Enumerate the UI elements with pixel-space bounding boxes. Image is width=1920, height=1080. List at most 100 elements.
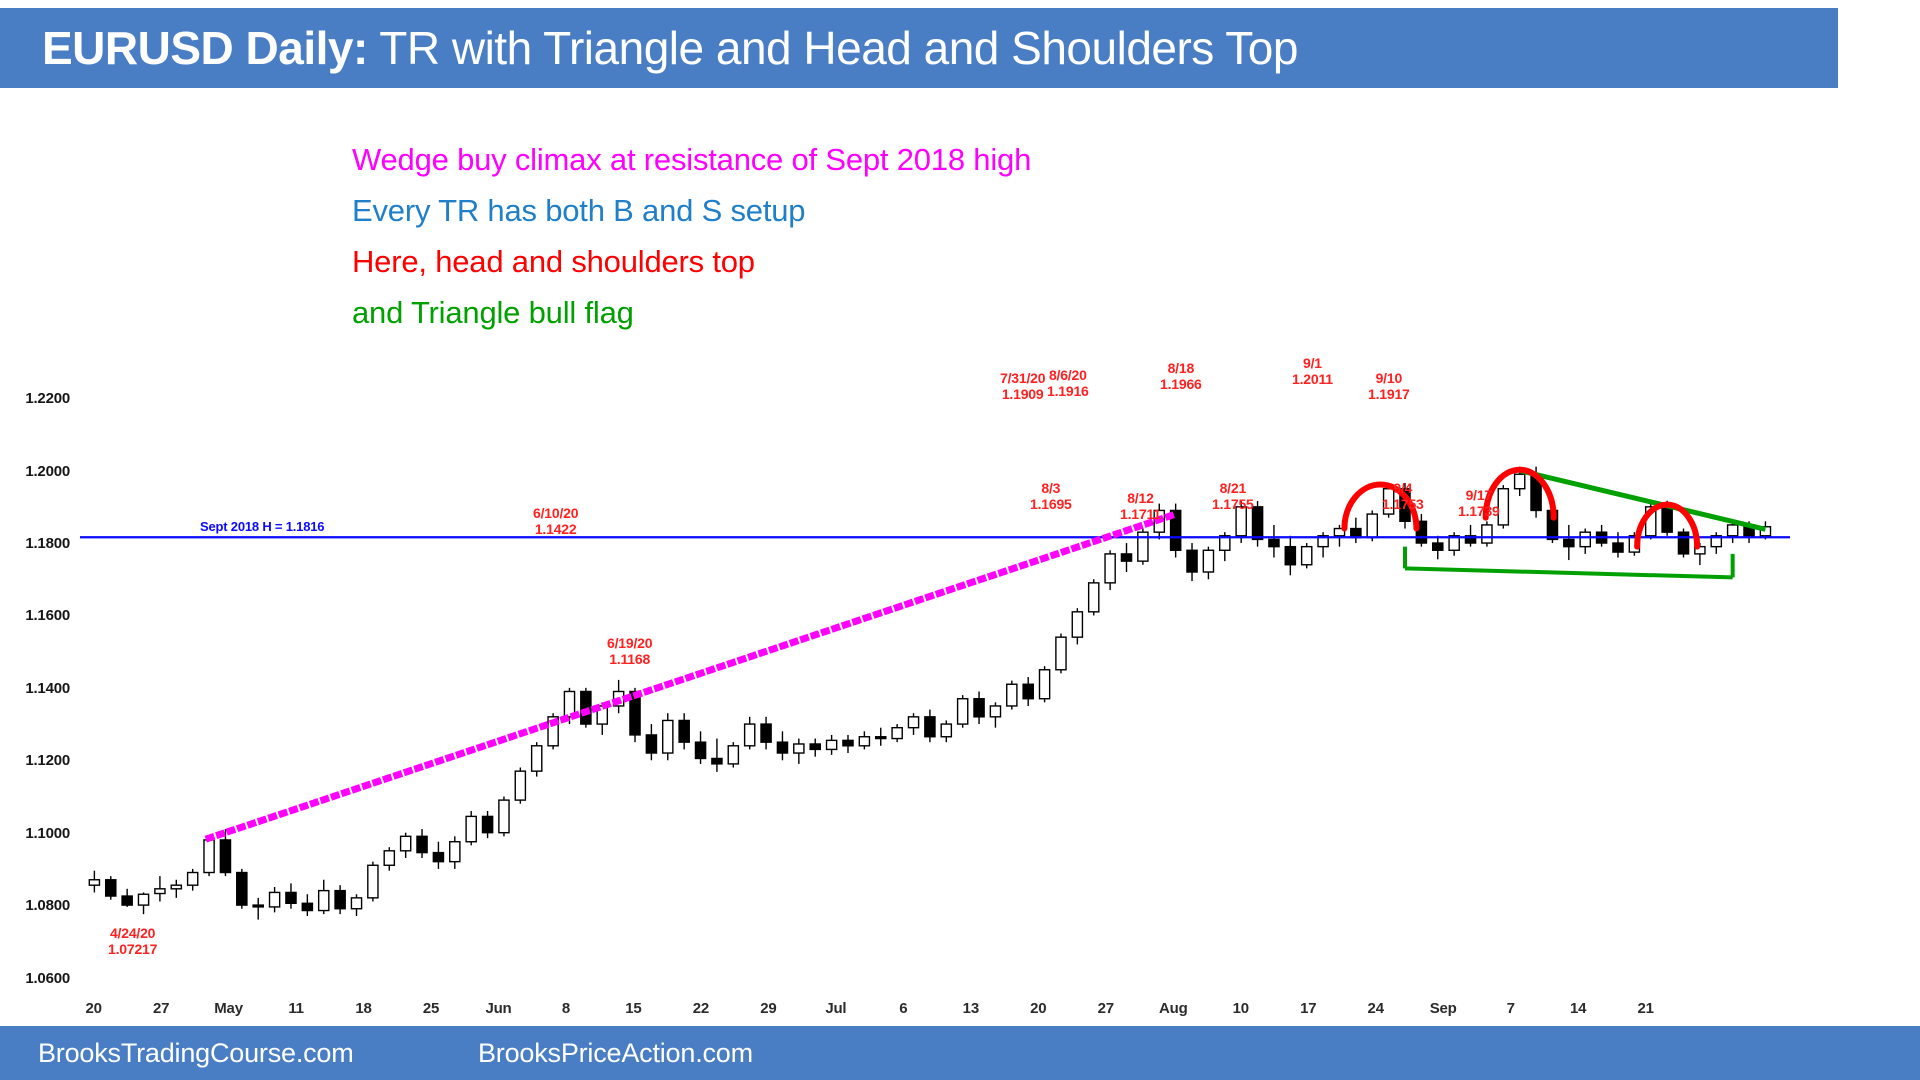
candle-body <box>186 871 199 886</box>
candle-body <box>1006 683 1018 707</box>
candle-body <box>1071 611 1084 638</box>
candle-body <box>334 889 346 910</box>
footer-link-brookspriceaction[interactable]: BrooksPriceAction.com <box>478 1038 753 1069</box>
candle-body <box>842 739 854 747</box>
price-note-value: 1.1966 <box>1160 376 1202 392</box>
price-note-date: 8/21 <box>1219 480 1247 496</box>
candle-body <box>219 839 232 874</box>
candle-body <box>891 726 903 740</box>
footer-link-brookstradingcourse[interactable]: BrooksTradingCourse.com <box>38 1038 354 1069</box>
candle-body <box>1563 538 1575 548</box>
x-axis-tick-label: 13 <box>962 1000 979 1017</box>
x-axis-tick-label: 22 <box>692 1000 710 1017</box>
price-note-date: 8/18 <box>1167 360 1195 376</box>
candle-body <box>416 835 428 854</box>
wedge-trendline <box>204 509 1181 843</box>
price-note: 9/4 1.1753 <box>1382 480 1424 512</box>
x-axis-tick-label: Jun <box>485 1000 512 1017</box>
y-axis-tick-label: 1.2000 <box>25 462 70 480</box>
price-note-value: 1.1909 <box>1001 386 1044 402</box>
x-axis-tick-label: 29 <box>760 1000 777 1017</box>
candle-body <box>825 739 838 751</box>
candle-body <box>1251 506 1264 541</box>
price-note: 8/12 1.1711 <box>1120 490 1161 522</box>
candle-body <box>285 891 297 904</box>
price-note-date: 9/17 <box>1465 487 1493 503</box>
x-axis-tick-label: 24 <box>1367 1000 1384 1017</box>
candle-body <box>88 879 101 886</box>
candle-body <box>465 815 477 843</box>
candle-body <box>1726 524 1739 537</box>
candle-body <box>809 743 822 751</box>
price-note: 7/31/20 1.1909 <box>1000 370 1046 402</box>
candle-body <box>383 850 396 866</box>
candle-body <box>170 884 183 890</box>
candle-body <box>1186 549 1198 573</box>
y-axis-tick-label: 1.0800 <box>25 897 70 915</box>
candle-body <box>154 888 166 895</box>
candle-body <box>367 864 379 899</box>
candle-body <box>1431 542 1444 551</box>
price-chart: 1.2200 1.2000 1.1800 1.1600 1.1400 1.1200 1.10… <box>0 355 1920 1020</box>
y-axis-tick-label: 1.1200 <box>25 752 70 770</box>
annotation-line-4: and Triangle bull flag <box>352 295 634 330</box>
candle-body <box>940 723 953 738</box>
x-axis-tick-label: 27 <box>1097 1000 1114 1017</box>
candle-body <box>727 745 740 765</box>
price-note-date: 4/24/20 <box>109 925 156 941</box>
candle-body <box>874 736 887 740</box>
price-note-value: 1.1168 <box>609 651 651 667</box>
y-axis-tick-label: 1.1000 <box>25 824 70 842</box>
candle-body <box>1120 553 1133 562</box>
candle-body <box>121 895 133 906</box>
x-axis-tick-label: Sep <box>1429 1000 1457 1017</box>
x-axis-tick-label: 15 <box>625 1000 642 1017</box>
candle-body <box>530 745 543 772</box>
candle-body <box>514 770 527 801</box>
candle-body <box>907 716 920 729</box>
x-axis-tick-label: 10 <box>1232 1000 1249 1017</box>
candle-body <box>432 851 445 863</box>
price-note-value: 1.1695 <box>1030 496 1072 512</box>
price-note: 8/21 1.1755 <box>1212 480 1254 512</box>
candle-body <box>399 835 412 852</box>
candle-body <box>694 741 707 760</box>
candle-body <box>711 757 723 765</box>
candle-body <box>1300 545 1313 566</box>
price-note: 9/17 1.1739 <box>1458 487 1500 519</box>
candle-body <box>1055 636 1067 671</box>
title-banner: EURUSD Daily: TR with Triangle and Head … <box>0 8 1838 88</box>
price-note-value: 1.1916 <box>1047 383 1089 399</box>
candle-body <box>776 741 789 754</box>
price-note-value: 1.1917 <box>1368 386 1410 402</box>
candle-body <box>989 705 1002 718</box>
candle-body <box>858 736 871 747</box>
price-note-date: 6/19/20 <box>607 635 653 651</box>
candle-body <box>645 734 658 754</box>
price-note-date: 6/10/20 <box>533 505 579 521</box>
price-note: 6/19/20 1.1168 <box>607 635 653 667</box>
x-axis-tick-label: Aug <box>1158 1000 1188 1017</box>
price-note-value: 1.1755 <box>1212 496 1254 512</box>
y-axis-tick-label: 1.2200 <box>25 390 70 408</box>
annotation-block: Wedge buy climax at resistance of Sept 2… <box>352 134 1352 338</box>
price-note-date: 9/4 <box>1393 480 1413 496</box>
price-note-date: 8/3 <box>1041 480 1061 496</box>
y-axis-tick-label: 1.1800 <box>25 535 70 553</box>
candle-body <box>1481 524 1493 544</box>
x-axis-tick-label: 11 <box>288 1000 304 1017</box>
candle-body <box>1104 553 1116 584</box>
candlestick-plot <box>80 466 1790 920</box>
price-note-value: 1.1753 <box>1382 496 1424 512</box>
price-note: 8/3 1.1695 <box>1030 480 1072 512</box>
price-note: 8/6/20 1.1916 <box>1047 367 1089 399</box>
y-axis-tick-label: 1.0600 <box>25 969 70 987</box>
candle-body <box>760 723 772 743</box>
price-note-date: 8/6/20 <box>1048 367 1087 383</box>
price-note-value: 1.1422 <box>534 521 577 537</box>
candle-body <box>956 698 969 725</box>
chart-page: EURUSD Daily: TR with Triangle and Head … <box>0 0 1920 1080</box>
title-description: TR with Triangle and Head and Shoulders … <box>367 22 1298 74</box>
candle-body <box>301 902 314 912</box>
x-axis-tick-label: 17 <box>1300 1000 1317 1017</box>
